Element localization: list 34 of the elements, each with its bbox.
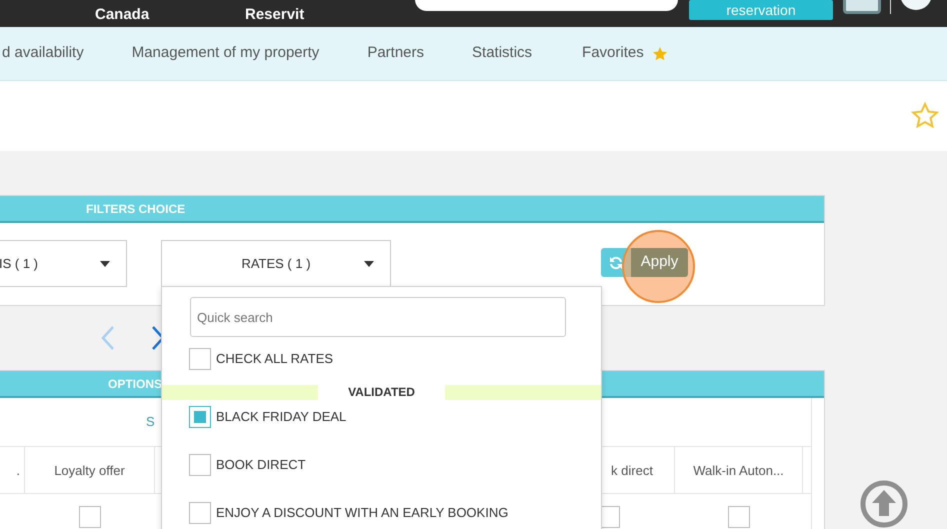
refresh-icon	[609, 256, 623, 270]
checkbox[interactable]	[189, 406, 211, 428]
top-nav-link[interactable]: Reservit	[245, 4, 304, 26]
nav-link[interactable]: d availability	[2, 42, 84, 65]
checkbox[interactable]	[189, 348, 211, 370]
checkbox[interactable]	[189, 502, 211, 524]
panel-title: FILTERS CHOICE	[86, 200, 186, 218]
option-label[interactable]: CHECK ALL RATES	[216, 349, 334, 369]
chevron-left-icon[interactable]	[100, 326, 116, 350]
column-header: Walk-in Auton...	[675, 447, 803, 494]
nav-link[interactable]: Management of my property	[132, 42, 320, 65]
option-label[interactable]: BLACK FRIDAY DEAL	[216, 407, 346, 427]
dropdown-select[interactable]: IS ( 1 )	[0, 240, 127, 287]
option-label[interactable]: BOOK DIRECT	[216, 455, 306, 475]
nav-link[interactable]: Favorites	[582, 42, 644, 65]
dropdown-select[interactable]: RATES ( 1 )	[161, 240, 391, 287]
column-header: .	[0, 447, 25, 494]
panel-title: OPTIONS	[108, 376, 162, 392]
apply-button[interactable]: Apply	[631, 248, 688, 277]
column-header: Loyalty offer	[25, 447, 155, 494]
star-icon[interactable]	[652, 46, 668, 62]
group-label: VALIDATED	[348, 384, 415, 401]
caret-icon	[100, 261, 110, 267]
search-field[interactable]: Quick search	[190, 297, 566, 337]
nav-link[interactable]: Partners	[367, 42, 424, 65]
top-nav-link[interactable]: Canada	[95, 4, 150, 26]
caret-icon	[364, 261, 374, 267]
star-outline-icon[interactable]	[911, 102, 939, 130]
option-label[interactable]: ENJOY A DISCOUNT WITH AN EARLY BOOKING	[216, 503, 508, 523]
nav-link[interactable]: Statistics	[472, 42, 532, 65]
scroll-top-icon[interactable]	[860, 480, 908, 528]
checkbox[interactable]	[189, 454, 211, 476]
checkbox[interactable]	[79, 506, 101, 528]
checkbox[interactable]	[728, 506, 750, 528]
